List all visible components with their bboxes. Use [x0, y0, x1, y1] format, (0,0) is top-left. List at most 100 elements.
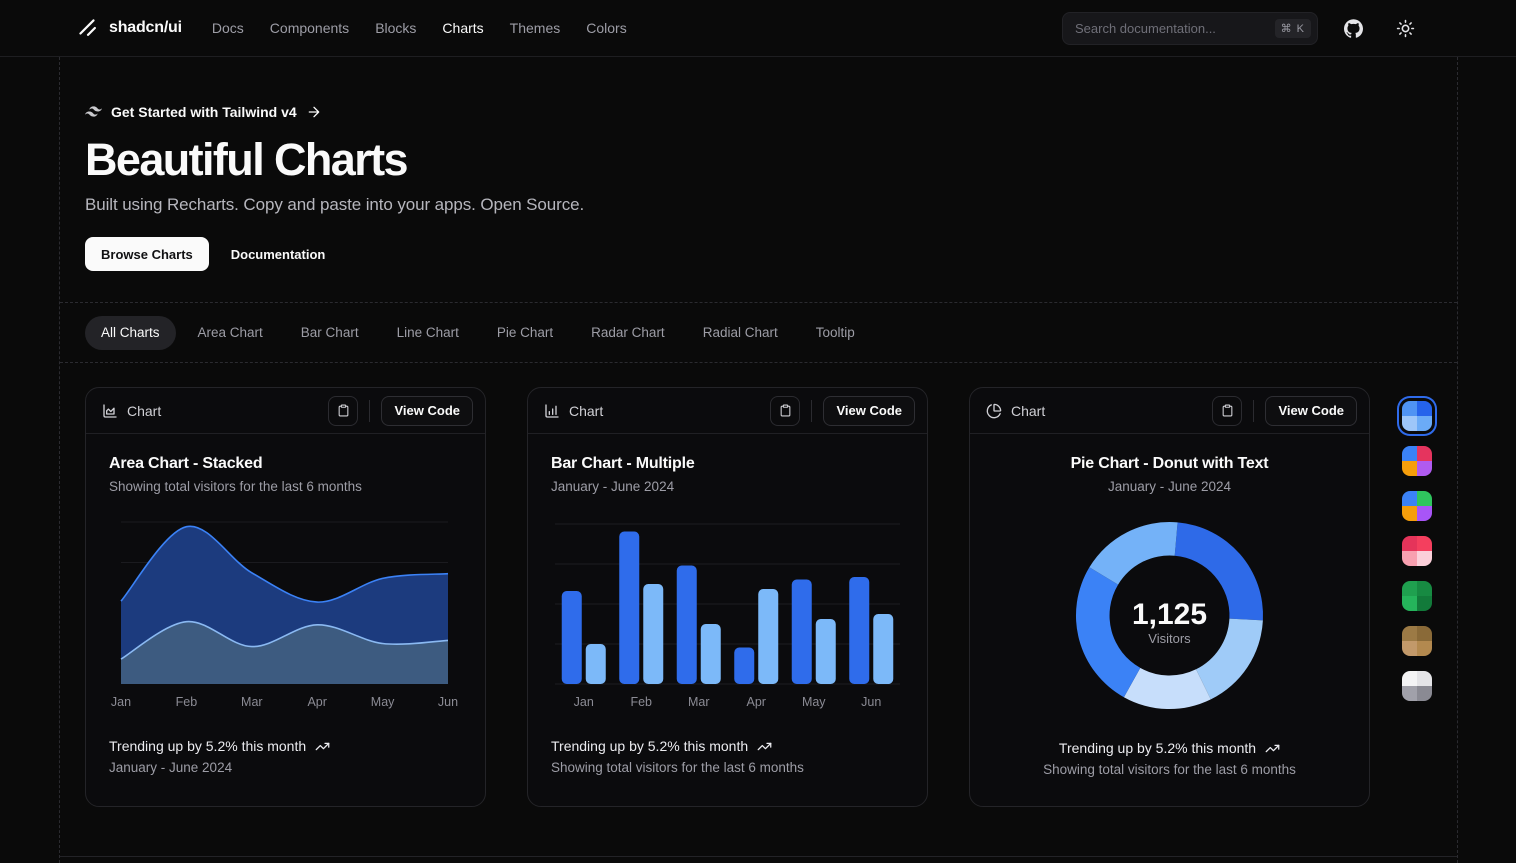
bar-desktop — [849, 577, 869, 684]
theme-swatch-red[interactable] — [1402, 536, 1432, 566]
tab-area-chart[interactable]: Area Chart — [182, 316, 279, 350]
trend-text: Trending up by 5.2% this month — [1059, 740, 1256, 756]
swatch-quadrant — [1402, 641, 1417, 656]
bar-mobile — [758, 589, 778, 684]
brand[interactable]: shadcn/ui — [77, 17, 182, 39]
swatch-quadrant — [1402, 671, 1417, 686]
github-button[interactable] — [1336, 11, 1370, 45]
x-axis-label: May — [802, 695, 826, 709]
chart-pie-icon — [986, 403, 1002, 419]
swatch-quadrant — [1417, 536, 1432, 551]
swatch-quadrant — [1402, 686, 1417, 701]
copy-code-button[interactable] — [770, 396, 800, 426]
search-box[interactable]: ⌘ K — [1062, 12, 1318, 45]
x-axis-label: Jun — [861, 695, 881, 709]
chart-area-icon — [102, 403, 118, 419]
header-divider — [369, 400, 370, 422]
chart-footer-trend: Trending up by 5.2% this month — [551, 738, 904, 754]
x-axis-label: Mar — [688, 695, 710, 709]
theme-swatch-green-multi[interactable] — [1402, 491, 1432, 521]
donut-caption: Visitors — [1148, 631, 1191, 646]
trending-up-icon — [315, 739, 330, 754]
nav-link-docs[interactable]: Docs — [212, 20, 244, 36]
bar-chart-card: Chart View Code — [527, 387, 928, 807]
bar-desktop — [619, 532, 639, 685]
theme-swatch-mono[interactable] — [1402, 671, 1432, 701]
theme-swatch-rail — [1402, 401, 1432, 701]
donut-chart-canvas[interactable]: 1,125Visitors — [993, 512, 1346, 720]
chart-cards: Chart View Code — [85, 387, 1432, 807]
bar-desktop — [677, 566, 697, 685]
chart-title: Pie Chart - Donut with Text — [993, 455, 1346, 473]
swatch-quadrant — [1417, 686, 1432, 701]
nav-link-charts[interactable]: Charts — [442, 20, 483, 36]
bar-desktop — [562, 591, 582, 684]
nav-right: ⌘ K — [1062, 11, 1422, 45]
swatch-quadrant — [1402, 416, 1417, 431]
chart-title: Area Chart - Stacked — [109, 455, 462, 473]
theme-swatch-amber[interactable] — [1402, 626, 1432, 656]
swatch-quadrant — [1417, 581, 1432, 596]
chart-type-tabs: All ChartsArea ChartBar ChartLine ChartP… — [60, 302, 1457, 363]
chart-title: Bar Chart - Multiple — [551, 455, 904, 473]
bar-mobile — [701, 624, 721, 684]
x-axis-label: Jan — [111, 695, 131, 709]
donut-slice-firefox — [1076, 567, 1140, 697]
page-title: Beautiful Charts — [85, 134, 1457, 186]
view-code-button[interactable]: View Code — [823, 396, 915, 426]
nav-link-components[interactable]: Components — [270, 20, 349, 36]
chart-footer-trend: Trending up by 5.2% this month — [109, 738, 462, 754]
nav-link-colors[interactable]: Colors — [586, 20, 626, 36]
area-chart-canvas[interactable]: JanFebMarAprMayJun — [109, 516, 462, 712]
card-header-label: Chart — [102, 403, 161, 419]
bar-desktop — [792, 580, 812, 685]
bar-chart-canvas[interactable]: JanFebMarAprMayJun — [551, 516, 904, 712]
swatch-quadrant — [1402, 581, 1417, 596]
trend-text: Trending up by 5.2% this month — [551, 738, 748, 754]
x-axis-label: Mar — [241, 695, 263, 709]
tab-pie-chart[interactable]: Pie Chart — [481, 316, 569, 350]
tab-all-charts[interactable]: All Charts — [85, 316, 176, 350]
tab-bar-chart[interactable]: Bar Chart — [285, 316, 375, 350]
x-axis-label: Feb — [176, 695, 198, 709]
charts-page: shadcn/ui Docs Components Blocks Charts Them… — [0, 0, 1516, 863]
card-header-actions: View Code — [770, 396, 915, 426]
tab-radar-chart[interactable]: Radar Chart — [575, 316, 681, 350]
bar-mobile — [816, 619, 836, 684]
tab-tooltip[interactable]: Tooltip — [800, 316, 871, 350]
nav-link-themes[interactable]: Themes — [510, 20, 561, 36]
documentation-button[interactable]: Documentation — [215, 237, 342, 271]
shadcn-logo-icon — [77, 17, 99, 39]
tab-line-chart[interactable]: Line Chart — [381, 316, 475, 350]
nav-link-blocks[interactable]: Blocks — [375, 20, 416, 36]
view-code-button[interactable]: View Code — [1265, 396, 1357, 426]
x-axis-label: Feb — [630, 695, 652, 709]
swatch-quadrant — [1417, 626, 1432, 641]
search-kbd-shortcut: ⌘ K — [1275, 19, 1311, 38]
card-header-text: Chart — [569, 403, 603, 419]
clipboard-icon — [337, 404, 350, 417]
clipboard-icon — [1221, 404, 1234, 417]
brand-name: shadcn/ui — [109, 19, 182, 37]
search-input[interactable] — [1075, 21, 1275, 36]
swatch-quadrant — [1402, 506, 1417, 521]
announcement-link[interactable]: Get Started with Tailwind v4 — [85, 103, 1457, 120]
card-header-actions: View Code — [1212, 396, 1357, 426]
copy-code-button[interactable] — [1212, 396, 1242, 426]
donut-total: 1,125 — [1132, 598, 1207, 631]
sun-icon — [1396, 19, 1415, 38]
browse-charts-button[interactable]: Browse Charts — [85, 237, 209, 271]
theme-toggle-button[interactable] — [1388, 11, 1422, 45]
theme-swatch-green[interactable] — [1402, 581, 1432, 611]
arrow-right-icon — [306, 104, 322, 120]
chart-subtitle: January - June 2024 — [551, 479, 904, 494]
github-icon — [1344, 19, 1363, 38]
copy-code-button[interactable] — [328, 396, 358, 426]
swatch-quadrant — [1417, 506, 1432, 521]
donut-slice-edge — [1124, 668, 1211, 709]
theme-swatch-pink-multi[interactable] — [1402, 446, 1432, 476]
view-code-button[interactable]: View Code — [381, 396, 473, 426]
theme-swatch-blue[interactable] — [1402, 401, 1432, 431]
trending-up-icon — [1265, 741, 1280, 756]
tab-radial-chart[interactable]: Radial Chart — [687, 316, 794, 350]
